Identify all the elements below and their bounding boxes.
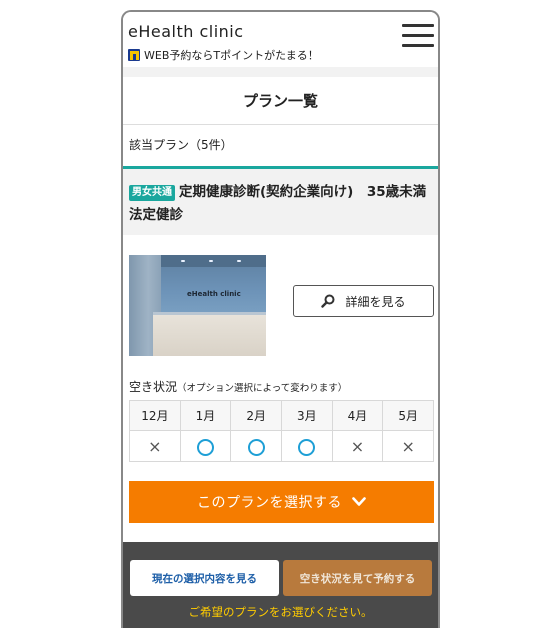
month-cell: 5月 [382, 400, 434, 431]
availability-row: × × × [129, 430, 434, 462]
current-selection-button[interactable]: 現在の選択内容を見る [130, 560, 279, 596]
month-cell: 3月 [280, 400, 333, 431]
availability-cell: × [331, 430, 384, 462]
gender-badge: 男女共通 [129, 185, 175, 201]
select-plan-label: このプランを選択する [197, 495, 342, 511]
site-logo[interactable]: eHealth clinic [128, 22, 244, 41]
hamburger-menu-icon[interactable] [402, 24, 434, 52]
availability-cell [179, 430, 232, 462]
select-plan-button[interactable]: このプランを選択する [129, 481, 434, 523]
page-title: プラン一覧 [242, 92, 318, 110]
unavailable-mark: × [401, 436, 415, 456]
detail-button-label: 詳細を見る [345, 294, 406, 309]
header-separator [123, 67, 438, 77]
month-row: 12月 1月 2月 3月 4月 5月 [129, 400, 434, 431]
divider [123, 124, 438, 125]
month-cell: 1月 [179, 400, 232, 431]
unavailable-mark: × [350, 436, 365, 456]
selection-hint: ご希望のプランをお選びください。 [188, 605, 373, 619]
tpoint-tagline: WEB予約ならTポイントがたまる！ [128, 47, 319, 63]
available-mark [247, 438, 265, 456]
plan-title-block: 男女共通 定期健康診断(契約企業向け) 35歳未満法定健診 [129, 181, 432, 227]
search-icon [321, 294, 335, 308]
tooltip-notch [197, 534, 213, 542]
tagline-text: WEB予約ならTポイントがたまる！ [144, 49, 319, 62]
reserve-button[interactable]: 空き状況を見て予約する [283, 560, 432, 596]
chevron-down-icon [352, 497, 366, 506]
unavailable-mark: × [148, 436, 162, 456]
availability-cell [230, 430, 282, 462]
tpoint-logo-icon [128, 49, 140, 61]
bottom-action-bar: 現在の選択内容を見る 空き状況を見て予約する ご希望のプランをお選びください。 [123, 534, 438, 628]
photo-sign: eHealth clinic [187, 290, 241, 298]
availability-cell: × [382, 430, 434, 462]
plan-count: 該当プラン（5件） [129, 138, 233, 152]
plan-header: 男女共通 定期健康診断(契約企業向け) 35歳未満法定健診 [123, 169, 438, 235]
month-cell: 4月 [331, 400, 384, 431]
availability-cell: × [129, 430, 181, 462]
available-mark [196, 438, 214, 456]
header: eHealth clinic WEB予約ならTポイントがたまる！ [123, 12, 438, 67]
month-cell: 12月 [129, 400, 181, 431]
month-cell: 2月 [230, 400, 282, 431]
detail-button[interactable]: 詳細を見る [293, 285, 434, 317]
availability-label: 空き状況（オプション選択によって変わります） [129, 380, 348, 394]
phone-frame: eHealth clinic WEB予約ならTポイントがたまる！ プラン一覧 該… [121, 10, 440, 628]
availability-cell [280, 430, 333, 462]
clinic-reception-photo: eHealth clinic [129, 255, 266, 356]
available-mark [298, 438, 316, 456]
availability-note: （オプション選択によって変わります） [177, 383, 348, 394]
availability-table: 12月 1月 2月 3月 4月 5月 × × × [129, 400, 434, 462]
